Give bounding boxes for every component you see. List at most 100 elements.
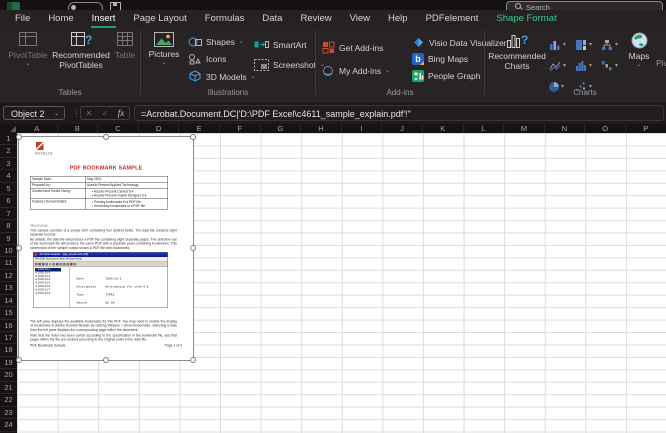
column-header[interactable]: J: [382, 124, 423, 133]
column-header[interactable]: B: [58, 124, 99, 133]
shapes-button[interactable]: Shapes ⌄: [188, 36, 244, 48]
row-header[interactable]: 21: [0, 382, 17, 395]
sheet: A B C D E F G H I J K L M N O P 1 2 3 4 …: [0, 124, 666, 433]
tab-formulas[interactable]: Formulas: [196, 10, 254, 28]
enter-icon[interactable]: ✓: [102, 109, 109, 118]
recommended-pivottables-button[interactable]: ? Recommended PivotTables: [51, 31, 111, 70]
hierarchy-chart-button[interactable]: ▾: [601, 36, 625, 53]
chevron-down-icon: ▾: [563, 41, 567, 48]
resize-handle-w[interactable]: [16, 245, 22, 251]
autosave-toggle[interactable]: [68, 2, 103, 10]
row-header[interactable]: 12: [0, 270, 17, 283]
pictures-button[interactable]: Pictures ⌄: [146, 32, 182, 66]
recommended-charts-button[interactable]: ? Recommended Charts: [488, 32, 546, 71]
pivotchart-button-partial[interactable]: Piv: [656, 58, 666, 68]
line-chart-button[interactable]: ▾: [549, 57, 573, 74]
column-header[interactable]: H: [301, 124, 342, 133]
name-box[interactable]: Object 2 ⌄: [3, 106, 65, 120]
chevron-down-icon: ⌄: [385, 68, 391, 74]
smartart-label: SmartArt: [273, 39, 307, 50]
column-header[interactable]: E: [179, 124, 220, 133]
resize-handle-se[interactable]: [190, 357, 196, 363]
smartart-button[interactable]: SmartArt: [254, 39, 307, 50]
tab-review[interactable]: Review: [291, 10, 340, 28]
row-header[interactable]: 16: [0, 320, 17, 332]
smartart-icon: [254, 41, 269, 48]
bing-maps-button[interactable]: b Bing Maps: [412, 53, 468, 65]
my-add-ins-button[interactable]: My Add-ins ⌄: [322, 65, 390, 77]
waterfall-chart-button[interactable]: ▾: [601, 57, 625, 74]
resize-handle-ne[interactable]: [190, 134, 196, 140]
pivottable-button[interactable]: PivotTable ⌄: [6, 31, 50, 67]
row-header[interactable]: 20: [0, 369, 17, 382]
tab-view[interactable]: View: [341, 10, 379, 28]
tab-shape-format[interactable]: Shape Format: [487, 10, 565, 28]
row-header[interactable]: 9: [0, 233, 17, 245]
3d-models-button[interactable]: 3D Models ⌄: [188, 70, 256, 83]
maps-button[interactable]: Maps ⌄: [624, 32, 654, 68]
row-header[interactable]: 22: [0, 394, 17, 407]
column-header[interactable]: F: [220, 124, 261, 133]
column-header[interactable]: N: [545, 124, 586, 133]
icons-button[interactable]: Icons: [188, 53, 226, 65]
column-header[interactable]: O: [585, 124, 626, 133]
table-button[interactable]: Table: [112, 31, 138, 61]
row-header[interactable]: 8: [0, 220, 17, 233]
column-chart-button[interactable]: ▾: [549, 36, 573, 53]
save-icon[interactable]: [110, 2, 121, 10]
row-header[interactable]: 1: [0, 133, 17, 146]
column-header[interactable]: M: [504, 124, 545, 133]
search-input[interactable]: Search: [506, 1, 663, 10]
select-all-corner[interactable]: [0, 124, 17, 133]
3d-models-icon: [189, 70, 201, 82]
column-header[interactable]: K: [423, 124, 464, 133]
row-header[interactable]: 17: [0, 332, 17, 345]
tab-pdfelement[interactable]: PDFelement: [417, 10, 488, 28]
row-header[interactable]: 6: [0, 195, 17, 208]
row-header[interactable]: 19: [0, 357, 17, 370]
row-header[interactable]: 10: [0, 245, 17, 258]
tab-home[interactable]: Home: [39, 10, 82, 28]
row-header[interactable]: 7: [0, 208, 17, 221]
row-header[interactable]: 23: [0, 407, 17, 420]
insert-function-icon[interactable]: fx: [118, 108, 125, 118]
formula-input[interactable]: =Acrobat.Document.DC|'D:\PDF Excel\c4611…: [134, 105, 664, 121]
column-header[interactable]: G: [261, 124, 302, 133]
tab-file[interactable]: File: [6, 10, 39, 28]
embedded-pdf-object[interactable]: ACCELIO. PDF BOOKMARK SAMPLE Sample Date…: [18, 136, 194, 361]
column-header[interactable]: C: [98, 124, 139, 133]
column-header[interactable]: I: [342, 124, 383, 133]
resize-handle-s[interactable]: [103, 357, 109, 363]
treemap-chart-button[interactable]: ▾: [575, 36, 599, 53]
row-header[interactable]: 11: [0, 257, 17, 270]
row-header[interactable]: 14: [0, 295, 17, 308]
row-header[interactable]: 24: [0, 419, 17, 432]
get-add-ins-button[interactable]: Get Add-ins: [322, 41, 383, 54]
excel-logo-icon[interactable]: [7, 2, 20, 10]
row-header[interactable]: 5: [0, 183, 17, 196]
tab-page-layout[interactable]: Page Layout: [124, 10, 195, 28]
column-header[interactable]: D: [139, 124, 180, 133]
tab-insert[interactable]: Insert: [83, 10, 125, 28]
histogram-chart-button[interactable]: ▾: [575, 57, 599, 74]
column-header[interactable]: P: [626, 124, 666, 133]
row-header[interactable]: 18: [0, 344, 17, 357]
tab-help[interactable]: Help: [379, 10, 417, 28]
people-graph-button[interactable]: People Graph: [412, 70, 480, 82]
row-header[interactable]: 15: [0, 307, 17, 320]
chevron-down-icon: ▾: [615, 41, 619, 48]
icons-icon: [189, 54, 201, 65]
resize-handle-nw[interactable]: [16, 134, 22, 140]
tab-data[interactable]: Data: [253, 10, 291, 28]
row-header[interactable]: 2: [0, 145, 17, 158]
column-header[interactable]: A: [17, 124, 58, 133]
row-header[interactable]: 4: [0, 170, 17, 183]
cancel-icon[interactable]: ✕: [86, 109, 93, 118]
resize-handle-n[interactable]: [103, 134, 109, 140]
row-header[interactable]: 3: [0, 158, 17, 171]
resize-handle-e[interactable]: [190, 245, 196, 251]
column-header[interactable]: L: [464, 124, 505, 133]
row-header[interactable]: 13: [0, 282, 17, 295]
pivotchart-label: Piv: [656, 58, 666, 68]
resize-handle-sw[interactable]: [16, 357, 22, 363]
